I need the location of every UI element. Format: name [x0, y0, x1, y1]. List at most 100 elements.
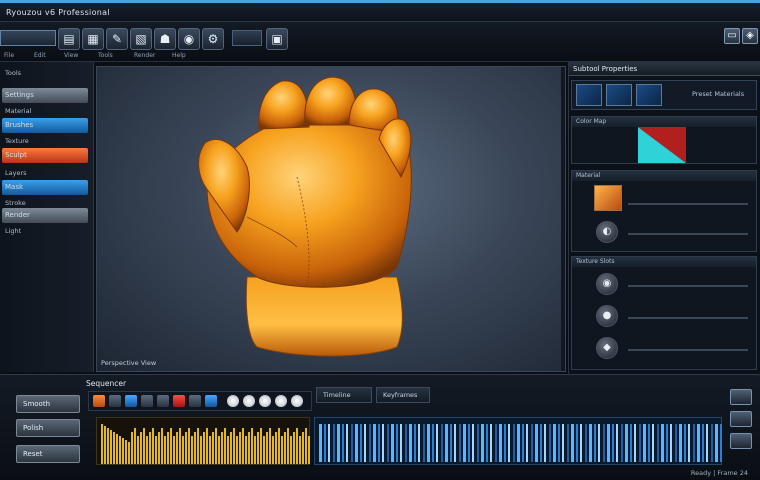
- key-icon[interactable]: [141, 395, 153, 407]
- yellow-track-bar: [128, 442, 130, 464]
- 3d-viewport[interactable]: Perspective View: [96, 66, 566, 372]
- sync-icon[interactable]: [205, 395, 217, 407]
- yellow-track-bar: [131, 432, 133, 464]
- texture-knob-3[interactable]: ◆: [596, 337, 618, 359]
- curve-icon[interactable]: [157, 395, 169, 407]
- menu-render[interactable]: Render: [134, 52, 155, 59]
- yellow-track-bar: [176, 432, 178, 464]
- yellow-track-bar: [221, 432, 223, 464]
- blue-track-bar: [629, 424, 632, 462]
- texture-slider-2[interactable]: [628, 317, 748, 319]
- right-properties-panel: Subtool Properties Preset Materials Colo…: [568, 62, 760, 374]
- blue-track-bar: [490, 424, 492, 462]
- yellow-track-bar: [308, 436, 310, 464]
- texture-knob-2[interactable]: ●: [596, 305, 618, 327]
- material-knob[interactable]: ◐: [596, 221, 618, 243]
- blue-track-bar: [674, 424, 677, 462]
- blue-track-bar: [404, 424, 407, 462]
- tab-keyframes[interactable]: Keyframes: [376, 387, 430, 403]
- yellow-track[interactable]: [96, 417, 310, 465]
- lp-row-material[interactable]: Material: [2, 106, 88, 116]
- lp-row-tools[interactable]: Tools: [2, 68, 88, 78]
- side-button-1[interactable]: [730, 389, 752, 405]
- side-button-2[interactable]: [730, 411, 752, 427]
- render-icon[interactable]: ▣: [266, 28, 288, 50]
- blue-track-bar: [553, 424, 556, 462]
- play-icon[interactable]: [109, 395, 121, 407]
- lp-row-render[interactable]: Render: [2, 208, 88, 223]
- polish-button[interactable]: Polish: [16, 419, 80, 437]
- settings-icon[interactable]: ⚙: [202, 28, 224, 50]
- viewport-scrollbar[interactable]: [561, 67, 565, 371]
- blue-track-bar: [548, 424, 551, 462]
- layers-icon[interactable]: ▧: [130, 28, 152, 50]
- texture-knob-1[interactable]: ◉: [596, 273, 618, 295]
- stop-icon[interactable]: [173, 395, 185, 407]
- monitor-icon[interactable]: ▭: [724, 28, 740, 44]
- blue-track[interactable]: [314, 417, 722, 465]
- blue-track-bar: [643, 424, 646, 462]
- blue-track-bar: [355, 424, 358, 462]
- material-slider-track-2[interactable]: [628, 233, 748, 235]
- lp-row-layers[interactable]: Layers: [2, 168, 88, 178]
- yellow-track-bar: [203, 432, 205, 464]
- menu-file[interactable]: File: [4, 52, 14, 59]
- smooth-button[interactable]: Smooth: [16, 395, 80, 413]
- snap-icon[interactable]: [189, 395, 201, 407]
- material-thumb-2[interactable]: [606, 84, 632, 106]
- blue-track-bar: [427, 424, 430, 462]
- blue-track-bar: [580, 424, 582, 462]
- blue-track-bar: [481, 424, 484, 462]
- record-icon[interactable]: [93, 395, 105, 407]
- lp-row-light[interactable]: Light: [2, 226, 88, 236]
- yellow-track-bar: [197, 428, 199, 464]
- dot-icon-5[interactable]: [291, 395, 303, 407]
- lp-row-stroke[interactable]: Stroke: [2, 198, 88, 208]
- dot-icon-3[interactable]: [259, 395, 271, 407]
- blue-track-bar: [508, 424, 510, 462]
- lp-row-texture[interactable]: Texture: [2, 136, 88, 146]
- blue-track-bar: [409, 424, 412, 462]
- lp-row-brushes[interactable]: Brushes: [2, 118, 88, 133]
- shield-icon[interactable]: ◈: [742, 28, 758, 44]
- material-swatch[interactable]: [594, 185, 622, 211]
- lp-row-settings[interactable]: Settings: [2, 88, 88, 103]
- menu-help[interactable]: Help: [172, 52, 186, 59]
- reset-button[interactable]: Reset: [16, 445, 80, 463]
- blue-track-bar: [710, 424, 713, 462]
- dot-icon-2[interactable]: [243, 395, 255, 407]
- tab-timeline[interactable]: Timeline: [316, 387, 372, 403]
- texture-slider-3[interactable]: [628, 349, 748, 351]
- yellow-track-bar: [164, 436, 166, 464]
- blue-track-bar: [652, 424, 654, 462]
- render-toggle[interactable]: [232, 30, 262, 46]
- blue-track-bar: [562, 424, 564, 462]
- file-icon[interactable]: ▤: [58, 28, 80, 50]
- color-map-preview[interactable]: [638, 127, 686, 163]
- sculpt-icon[interactable]: ☗: [154, 28, 176, 50]
- mode-selector[interactable]: [0, 30, 56, 46]
- dot-icon-1[interactable]: [227, 395, 239, 407]
- loop-icon[interactable]: [125, 395, 137, 407]
- menu-view[interactable]: View: [64, 52, 78, 59]
- blue-track-bar: [364, 424, 366, 462]
- texture-slider-1[interactable]: [628, 285, 748, 287]
- blue-track-bar: [602, 424, 605, 462]
- brush-icon[interactable]: ✎: [106, 28, 128, 50]
- dot-icon-4[interactable]: [275, 395, 287, 407]
- menu-edit[interactable]: Edit: [34, 52, 46, 59]
- blue-track-bar: [512, 424, 515, 462]
- lp-row-sculpt[interactable]: Sculpt: [2, 148, 88, 163]
- blue-track-bar: [503, 424, 506, 462]
- open-icon[interactable]: ▦: [82, 28, 104, 50]
- blue-track-bar: [647, 424, 650, 462]
- material-thumb-3[interactable]: [636, 84, 662, 106]
- menu-tools[interactable]: Tools: [98, 52, 113, 59]
- yellow-track-bar: [137, 436, 139, 464]
- yellow-track-bar: [236, 436, 238, 464]
- lp-row-mask[interactable]: Mask: [2, 180, 88, 195]
- material-slider-track[interactable]: [628, 203, 748, 205]
- camera-icon[interactable]: ◉: [178, 28, 200, 50]
- material-thumb-1[interactable]: [576, 84, 602, 106]
- side-button-3[interactable]: [730, 433, 752, 449]
